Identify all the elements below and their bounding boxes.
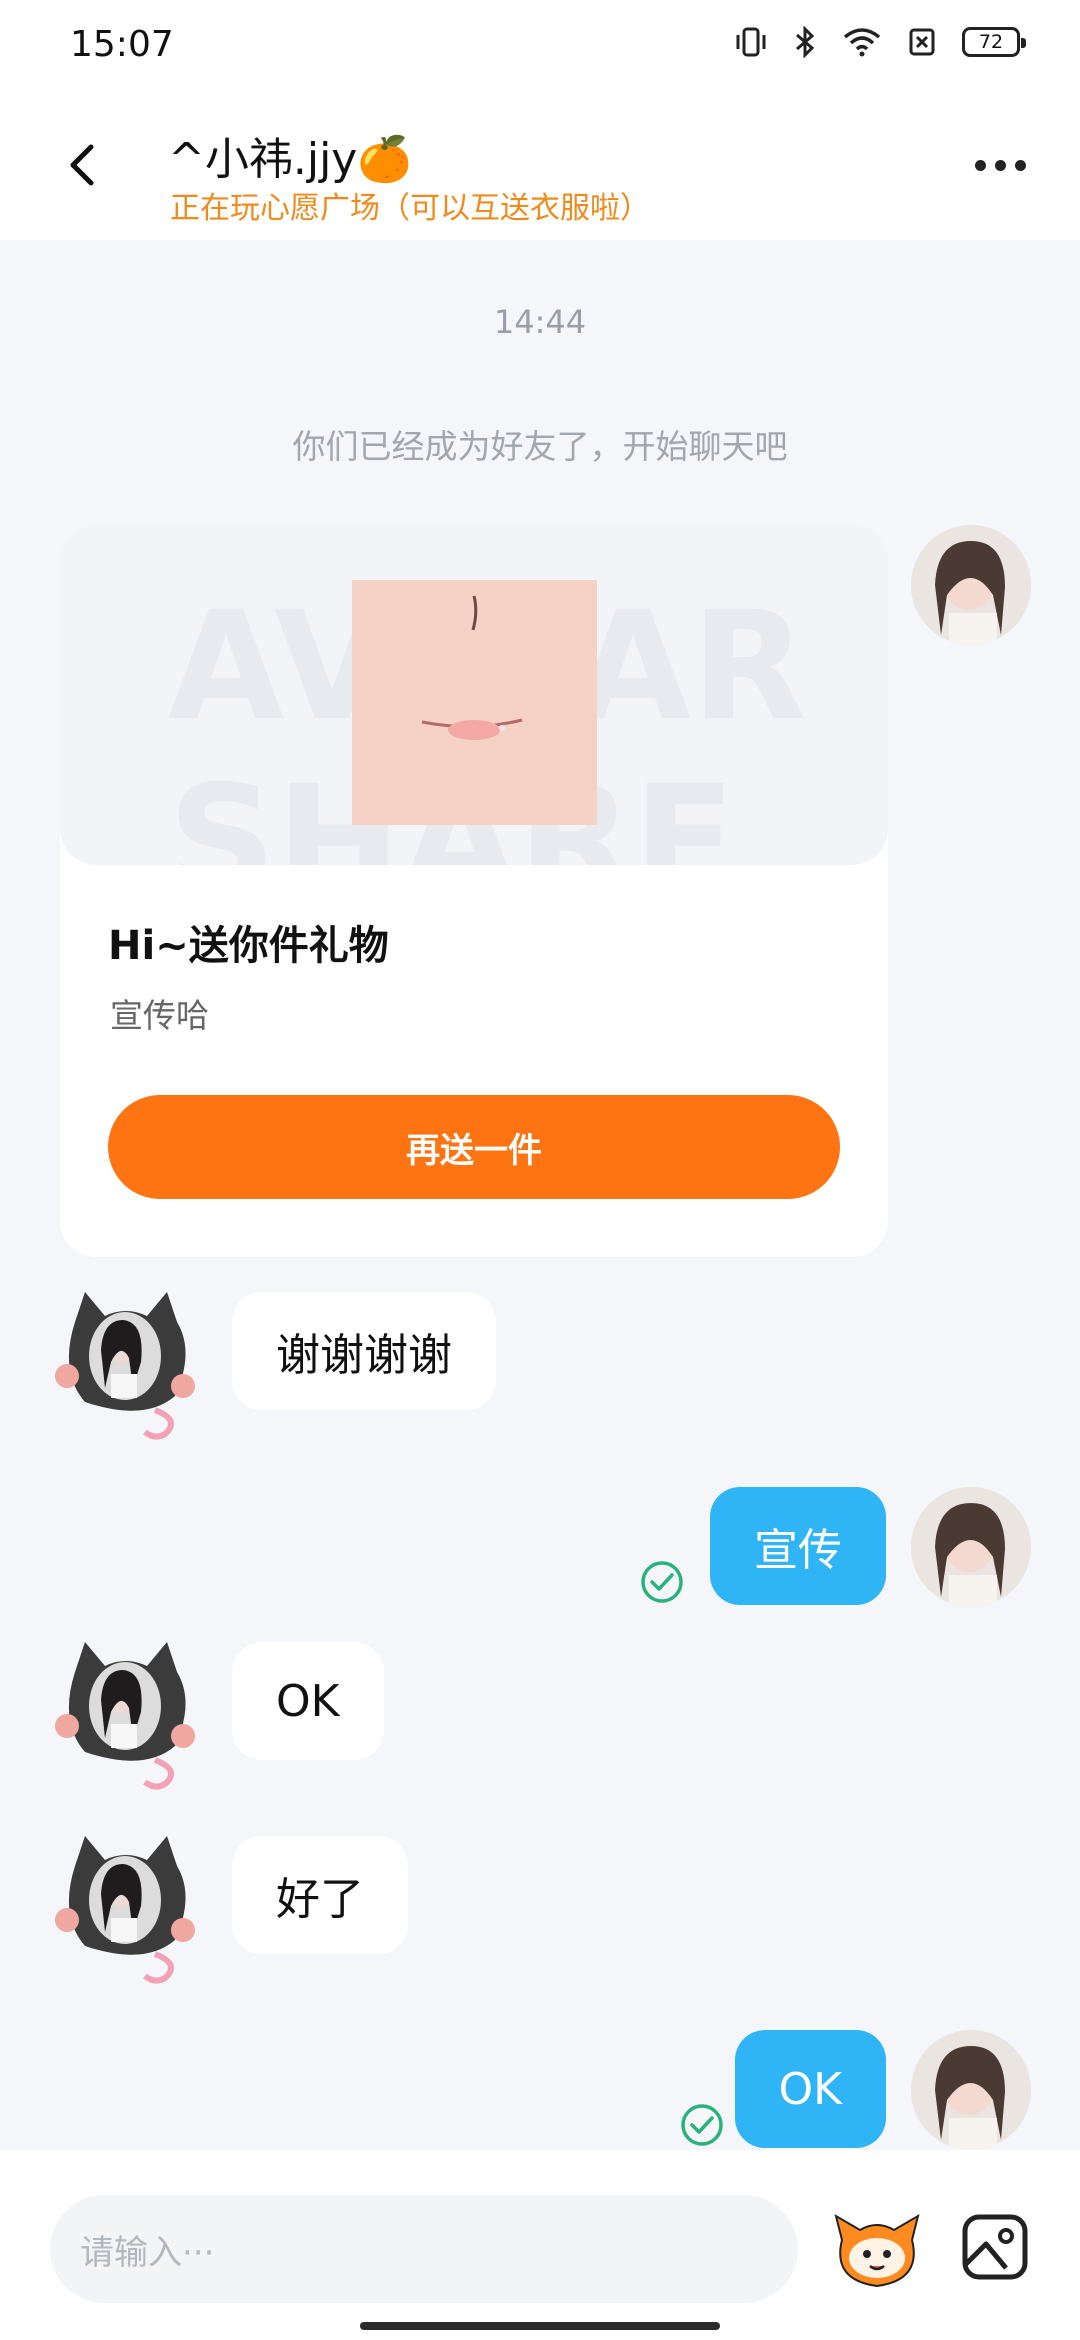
- status-bar: 15:07 72: [0, 0, 1080, 95]
- gift-preview: AVATAR SHARE: [60, 525, 888, 865]
- message-bubble-outgoing[interactable]: 宣传: [710, 1487, 886, 1605]
- message-input[interactable]: 请输入···: [50, 2195, 798, 2303]
- send-again-button[interactable]: 再送一件: [108, 1095, 840, 1199]
- system-note: 你们已经成为好友了，开始聊天吧: [292, 427, 788, 466]
- contact-status: 正在玩心愿广场（可以互送衣服啦）: [170, 191, 650, 226]
- contact-name[interactable]: ^小祎.jjy🍊: [168, 123, 412, 187]
- more-dots-icon[interactable]: [965, 145, 1035, 185]
- message-bubble-incoming[interactable]: 好了: [232, 1836, 408, 1954]
- status-time: 15:07: [70, 24, 174, 65]
- bluetooth-icon: [796, 26, 815, 58]
- status-icons: 72: [734, 26, 1026, 58]
- wifi-icon: [843, 28, 881, 57]
- image-icon[interactable]: [960, 2212, 1030, 2282]
- battery-icon: 72: [962, 27, 1026, 57]
- avatar[interactable]: [55, 1292, 195, 1442]
- read-check-icon: [641, 1561, 683, 1603]
- time-separator: 14:44: [493, 303, 587, 341]
- avatar[interactable]: [55, 1642, 195, 1792]
- composer-bar: 请输入···: [0, 2150, 1080, 2340]
- read-check-icon: [681, 2104, 723, 2146]
- home-indicator[interactable]: [360, 2322, 720, 2330]
- chat-header: ^小祎.jjy🍊 正在玩心愿广场（可以互送衣服啦）: [0, 95, 1080, 240]
- gift-subtitle: 宣传哈: [110, 996, 209, 1035]
- mascot-icon[interactable]: [832, 2210, 922, 2290]
- avatar[interactable]: [911, 525, 1031, 645]
- back-arrow-icon[interactable]: [55, 135, 115, 195]
- avatar[interactable]: [55, 1836, 195, 1986]
- message-bubble-incoming[interactable]: OK: [232, 1642, 384, 1760]
- sim-off-icon: [909, 28, 935, 56]
- message-bubble-outgoing[interactable]: OK: [734, 2030, 886, 2148]
- vibrate-icon: [736, 27, 766, 57]
- avatar[interactable]: [911, 1487, 1031, 1607]
- message-bubble-incoming[interactable]: 谢谢谢谢: [232, 1292, 496, 1410]
- gift-title: Hi~送你件礼物: [108, 923, 389, 969]
- avatar[interactable]: [911, 2030, 1031, 2150]
- gift-card[interactable]: AVATAR SHARE Hi~送你件礼物 宣传哈 再送一件: [60, 525, 888, 1257]
- gift-image: [352, 580, 597, 825]
